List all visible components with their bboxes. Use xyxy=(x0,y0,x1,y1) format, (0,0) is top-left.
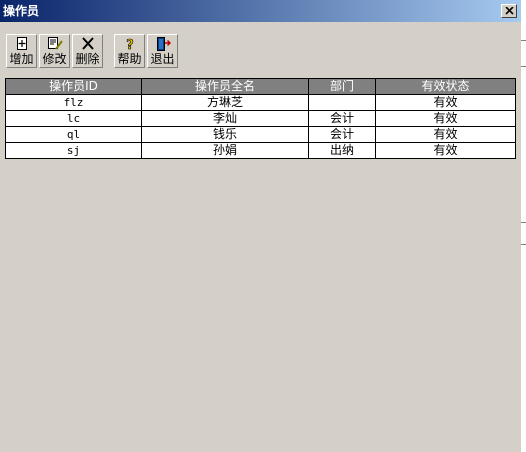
edit-doc-icon xyxy=(47,37,63,50)
title-bar[interactable]: 操作员 xyxy=(0,0,521,22)
close-icon xyxy=(505,7,514,15)
cell-operator-name[interactable]: 方琳芝 xyxy=(141,94,309,111)
table-header-row: 操作员ID 操作员全名 部门 有效状态 xyxy=(5,78,516,95)
exit-button[interactable]: 退出 xyxy=(147,34,178,68)
column-header-department[interactable]: 部门 xyxy=(308,78,376,95)
table-row[interactable]: flz 方琳芝 有效 xyxy=(5,94,516,111)
exit-label: 退出 xyxy=(150,52,175,66)
background-divider xyxy=(521,66,526,67)
help-button[interactable]: ? 帮助 xyxy=(114,34,145,68)
table-row[interactable]: sj 孙娟 出纳 有效 xyxy=(5,142,516,159)
cell-operator-id[interactable]: sj xyxy=(5,142,142,159)
column-header-fullname[interactable]: 操作员全名 xyxy=(141,78,309,95)
operator-window: 操作员 增加 修改 删除 ? 帮助 退出 操作员ID 操作员全名 部门 有效状态… xyxy=(0,0,521,452)
column-header-status[interactable]: 有效状态 xyxy=(375,78,516,95)
cell-status[interactable]: 有效 xyxy=(375,142,516,159)
delete-x-icon xyxy=(81,37,94,50)
cell-operator-name[interactable]: 李灿 xyxy=(141,110,309,127)
delete-button[interactable]: 删除 xyxy=(72,34,103,68)
operator-table[interactable]: 操作员ID 操作员全名 部门 有效状态 flz 方琳芝 有效 lc 李灿 会计 … xyxy=(5,78,516,159)
add-button[interactable]: 增加 xyxy=(6,34,37,68)
column-header-id[interactable]: 操作员ID xyxy=(5,78,142,95)
cell-operator-id[interactable]: ql xyxy=(5,126,142,143)
add-label: 增加 xyxy=(9,52,34,66)
background-divider xyxy=(521,244,526,245)
table-row[interactable]: ql 钱乐 会计 有效 xyxy=(5,126,516,143)
edit-label: 修改 xyxy=(42,52,67,66)
exit-door-icon xyxy=(156,37,171,51)
background-divider xyxy=(521,40,526,41)
cell-operator-id[interactable]: flz xyxy=(5,94,142,111)
window-title: 操作员 xyxy=(3,4,40,18)
background-window-edge xyxy=(521,0,526,452)
svg-text:?: ? xyxy=(126,38,134,51)
cell-operator-name[interactable]: 孙娟 xyxy=(141,142,309,159)
cell-department[interactable]: 出纳 xyxy=(308,142,376,159)
cell-operator-name[interactable]: 钱乐 xyxy=(141,126,309,143)
cell-operator-id[interactable]: lc xyxy=(5,110,142,127)
cell-status[interactable]: 有效 xyxy=(375,126,516,143)
delete-label: 删除 xyxy=(75,52,100,66)
edit-button[interactable]: 修改 xyxy=(39,34,70,68)
cell-department[interactable]: 会计 xyxy=(308,110,376,127)
background-divider xyxy=(521,222,526,223)
table-row[interactable]: lc 李灿 会计 有效 xyxy=(5,110,516,127)
cell-status[interactable]: 有效 xyxy=(375,110,516,127)
cell-status[interactable]: 有效 xyxy=(375,94,516,111)
cell-department[interactable] xyxy=(308,94,376,111)
help-icon: ? xyxy=(125,38,134,51)
cell-department[interactable]: 会计 xyxy=(308,126,376,143)
help-label: 帮助 xyxy=(117,52,142,66)
add-doc-icon xyxy=(16,37,27,50)
close-button[interactable] xyxy=(501,4,517,18)
